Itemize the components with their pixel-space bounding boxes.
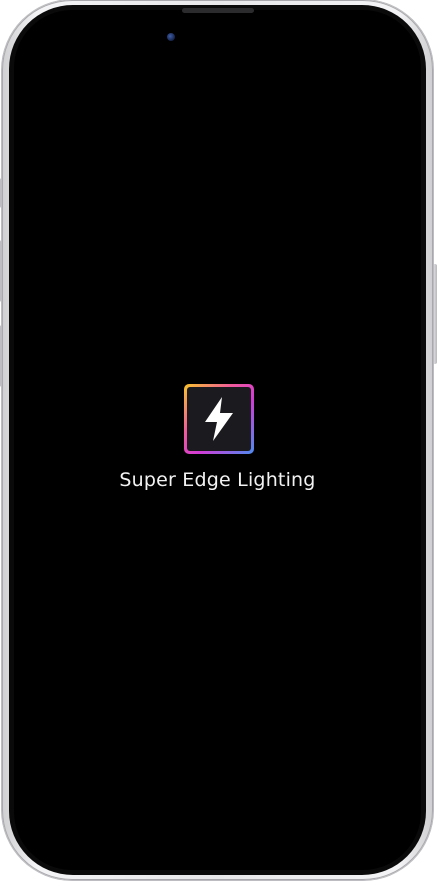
app-icon	[184, 384, 254, 454]
lightning-bolt-icon	[205, 397, 233, 441]
phone-frame: Super Edge Lighting	[2, 0, 433, 880]
device-mockup: Super Edge Lighting	[0, 0, 437, 882]
splash-screen: Super Edge Lighting	[14, 10, 421, 870]
app-title: Super Edge Lighting	[119, 469, 316, 491]
power-button	[433, 264, 437, 364]
speaker-grille	[182, 8, 254, 13]
phone-bezel: Super Edge Lighting	[9, 5, 426, 875]
front-camera	[167, 33, 175, 41]
